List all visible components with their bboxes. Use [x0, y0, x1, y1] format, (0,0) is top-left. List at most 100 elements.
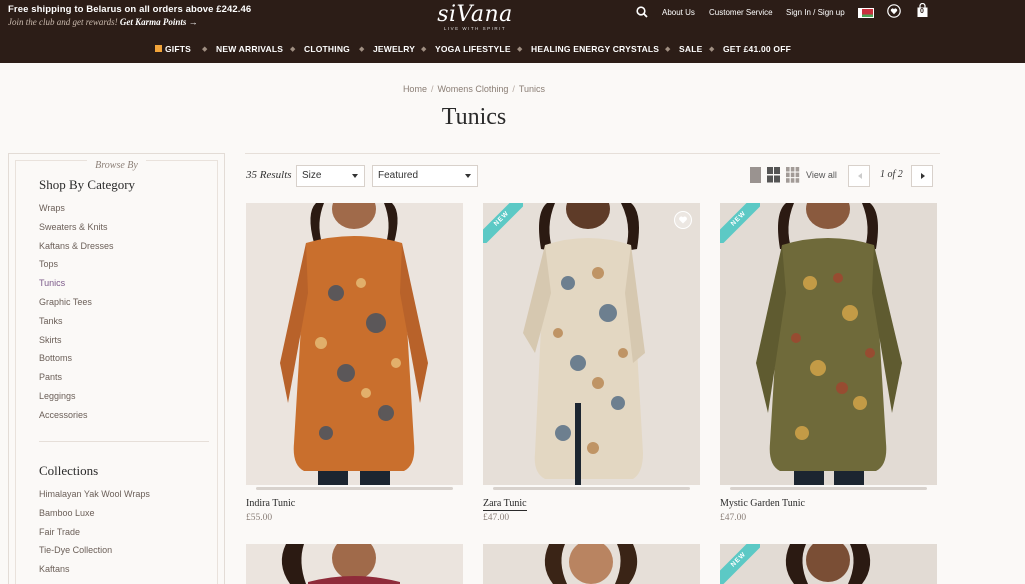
- add-to-wishlist-heart-icon[interactable]: [674, 211, 692, 229]
- nav-gifts-label: GIFTS: [165, 44, 192, 54]
- new-badge-label: NEW: [483, 203, 523, 243]
- category-item-wraps[interactable]: Wraps: [39, 199, 114, 218]
- nav-healing-crystals[interactable]: HEALING ENERGY CRYSTALS: [531, 44, 659, 54]
- cart-count: 0: [920, 8, 924, 15]
- main-navigation: GIFTS ◆ NEW ARRIVALS ◆ CLOTHING ◆ JEWELR…: [0, 44, 1025, 58]
- nav-separator: ◆: [359, 46, 365, 53]
- new-badge: NEW: [720, 544, 760, 584]
- page-title: Tunics: [441, 104, 507, 130]
- category-item-leggings[interactable]: Leggings: [39, 387, 114, 406]
- breadcrumb-separator: /: [430, 84, 434, 94]
- nav-clothing[interactable]: CLOTHING: [304, 44, 350, 54]
- divider: [245, 153, 940, 154]
- category-item-tops[interactable]: Tops: [39, 255, 114, 274]
- category-item-sweaters-knits[interactable]: Sweaters & Knits: [39, 218, 114, 237]
- sort-select[interactable]: Featured: [372, 165, 478, 187]
- category-item-bottoms[interactable]: Bottoms: [39, 349, 114, 368]
- category-item-accessories[interactable]: Accessories: [39, 406, 114, 425]
- product-image[interactable]: [246, 544, 463, 584]
- customer-service-link[interactable]: Customer Service: [709, 5, 773, 19]
- product-image[interactable]: [246, 203, 463, 485]
- breadcrumb-home[interactable]: Home: [403, 84, 427, 94]
- breadcrumb: Home / Womens Clothing / Tunics: [0, 84, 948, 94]
- nav-sale[interactable]: SALE: [679, 44, 702, 54]
- country-flag-icon[interactable]: [858, 6, 874, 20]
- two-column-view-icon[interactable]: [767, 167, 781, 188]
- new-badge: NEW: [720, 203, 760, 243]
- nav-yoga-lifestyle[interactable]: YOGA LIFESTYLE: [435, 44, 511, 54]
- product-card[interactable]: NEW: [720, 544, 937, 584]
- chevron-right-icon: [921, 173, 925, 179]
- product-image[interactable]: [483, 544, 700, 584]
- nav-separator: ◆: [665, 46, 671, 53]
- caret-down-icon: [465, 174, 471, 178]
- caret-down-icon: [352, 174, 358, 178]
- collections-heading: Collections: [39, 463, 99, 478]
- product-price: £47.00: [720, 513, 747, 523]
- karma-promo-text[interactable]: Join the club and get rewards! Get Karma…: [8, 17, 251, 27]
- three-column-view-icon[interactable]: [786, 167, 800, 188]
- collection-item-tie-dye[interactable]: Tie-Dye Collection: [39, 541, 150, 560]
- nav-separator: ◆: [709, 46, 715, 53]
- size-select-value: Size: [302, 170, 322, 181]
- previous-page-button[interactable]: [848, 165, 870, 187]
- results-count: 35 Results: [246, 169, 292, 181]
- category-item-tunics[interactable]: Tunics: [39, 274, 114, 293]
- nav-jewelry[interactable]: JEWELRY: [373, 44, 415, 54]
- browse-sidebar: Browse By Shop By Category Wraps Sweater…: [8, 153, 225, 584]
- image-underline: [730, 487, 927, 490]
- category-item-kaftans-dresses[interactable]: Kaftans & Dresses: [39, 237, 114, 256]
- category-item-graphic-tees[interactable]: Graphic Tees: [39, 293, 114, 312]
- shopping-bag-icon[interactable]: 0: [916, 2, 929, 17]
- category-item-skirts[interactable]: Skirts: [39, 331, 114, 350]
- karma-points-link[interactable]: Get Karma Points →: [120, 17, 198, 27]
- nav-new-arrivals[interactable]: NEW ARRIVALS: [216, 44, 283, 54]
- product-image[interactable]: NEW: [720, 203, 937, 485]
- view-all-link[interactable]: View all: [806, 170, 837, 180]
- product-price: £55.00: [246, 513, 273, 523]
- page-indicator: 1 of 2: [880, 169, 903, 180]
- collection-item-kaftans[interactable]: Kaftans: [39, 560, 150, 579]
- sidebar-divider: [39, 441, 209, 442]
- browse-by-label: Browse By: [16, 155, 217, 173]
- product-card[interactable]: [483, 544, 700, 584]
- breadcrumb-womens-clothing[interactable]: Womens Clothing: [437, 84, 508, 94]
- new-badge: NEW: [483, 203, 523, 243]
- sign-in-link[interactable]: Sign In / Sign up: [786, 5, 845, 19]
- product-image[interactable]: NEW: [720, 544, 937, 584]
- nav-gifts[interactable]: GIFTS: [155, 44, 191, 54]
- product-price: £47.00: [483, 513, 510, 523]
- next-page-button[interactable]: [911, 165, 933, 187]
- site-header: Free shipping to Belarus on all orders a…: [0, 0, 1025, 63]
- site-logo[interactable]: siVana LIVE WITH SPIRIT: [430, 2, 520, 31]
- product-name[interactable]: Indira Tunic: [246, 498, 295, 509]
- search-icon[interactable]: [636, 5, 648, 19]
- product-name[interactable]: Zara Tunic: [483, 498, 527, 511]
- product-card[interactable]: [246, 544, 463, 584]
- about-us-link[interactable]: About Us: [662, 5, 695, 19]
- nav-separator: ◆: [202, 46, 208, 53]
- single-column-view-icon[interactable]: [750, 167, 762, 188]
- breadcrumb-current: Tunics: [518, 84, 546, 94]
- category-item-pants[interactable]: Pants: [39, 368, 114, 387]
- promo-banner[interactable]: Free shipping to Belarus on all orders a…: [8, 4, 251, 27]
- image-underline: [256, 487, 453, 490]
- nav-discount-offer[interactable]: GET £41.00 OFF: [723, 44, 791, 54]
- sort-select-value: Featured: [378, 170, 419, 181]
- size-filter-select[interactable]: Size: [296, 165, 365, 187]
- image-underline: [493, 487, 690, 490]
- nav-separator: ◆: [421, 46, 427, 53]
- new-badge-label: NEW: [720, 203, 760, 243]
- collection-item-bamboo-luxe[interactable]: Bamboo Luxe: [39, 504, 150, 523]
- category-item-tanks[interactable]: Tanks: [39, 312, 114, 331]
- wishlist-heart-icon[interactable]: [887, 4, 901, 18]
- product-image[interactable]: NEW: [483, 203, 700, 485]
- product-name[interactable]: Mystic Garden Tunic: [720, 498, 805, 509]
- category-list: Wraps Sweaters & Knits Kaftans & Dresses…: [39, 199, 114, 425]
- karma-promo-prefix: Join the club and get rewards!: [8, 17, 118, 27]
- logo-wordmark: siVana: [437, 2, 513, 27]
- collection-item-yak-wool[interactable]: Himalayan Yak Wool Wraps: [39, 485, 150, 504]
- collection-item-fair-trade[interactable]: Fair Trade: [39, 523, 150, 542]
- shipping-promo-text: Free shipping to Belarus on all orders a…: [8, 4, 252, 15]
- new-badge-label: NEW: [720, 544, 760, 584]
